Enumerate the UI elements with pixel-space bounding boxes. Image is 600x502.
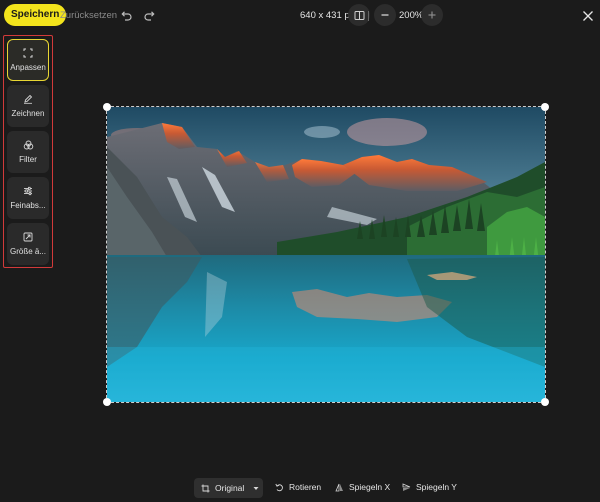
tool-label: Zeichnen [11,109,45,118]
flip-horizontal-icon [335,483,343,491]
tool-draw[interactable]: Zeichnen [7,85,49,127]
zoom-out-button[interactable] [374,4,396,26]
tool-resize[interactable]: Größe ä... [7,223,49,265]
flip-y-button[interactable]: Spiegeln Y [402,482,457,492]
image-canvas[interactable] [103,103,549,406]
tool-label: Feinabs... [10,201,46,210]
tool-label: Filter [19,155,37,164]
save-button[interactable]: Speichern [4,4,67,26]
landscape-image [107,107,545,402]
minus-icon [381,14,389,16]
rotate-label: Rotieren [289,482,322,492]
tool-sidebar: Anpassen Zeichnen Filter Feinabs... Größ… [3,35,53,268]
resize-icon [23,232,33,242]
crop-icon [201,484,210,492]
compare-button[interactable] [348,4,370,26]
tool-label: Größe ä... [9,247,46,256]
crop-handle-top-left[interactable] [103,103,111,111]
crop-handle-bottom-left[interactable] [103,398,111,406]
flip-vertical-icon [402,482,411,491]
tool-adjust[interactable]: Anpassen [7,39,49,81]
undo-icon[interactable] [117,7,135,25]
tool-fine-tune[interactable]: Feinabs... [7,177,49,219]
crop-handle-bottom-right[interactable] [541,398,549,406]
tool-label: Anpassen [10,63,46,72]
flip-y-label: Spiegeln Y [416,482,457,492]
close-button[interactable] [578,6,598,26]
plus-icon [428,11,436,19]
tool-filter[interactable]: Filter [7,131,49,173]
filter-icon [23,140,33,150]
crop-handle-top-right[interactable] [541,103,549,111]
chevron-down-icon [253,486,259,490]
aspect-ratio-dropdown[interactable]: Original [194,478,263,498]
rotate-icon [275,483,283,491]
toolbar-divider [368,11,369,21]
top-toolbar: Speichern Zurücksetzen 640 x 431 px 200% [0,0,600,34]
sliders-icon [24,186,32,196]
flip-x-label: Spiegeln X [349,482,391,492]
image-dimensions: 640 x 431 px [300,10,355,21]
pencil-icon [24,94,33,104]
crop-icon [23,48,33,58]
redo-icon[interactable] [141,7,159,25]
aspect-ratio-label: Original [215,483,245,493]
flip-x-button[interactable]: Spiegeln X [335,482,390,492]
zoom-in-button[interactable] [421,4,443,26]
reset-button[interactable]: Zurücksetzen [60,10,117,21]
zoom-level: 200% [399,10,424,21]
rotate-button[interactable]: Rotieren [275,482,321,492]
close-icon [583,11,593,21]
split-view-icon [354,10,364,20]
